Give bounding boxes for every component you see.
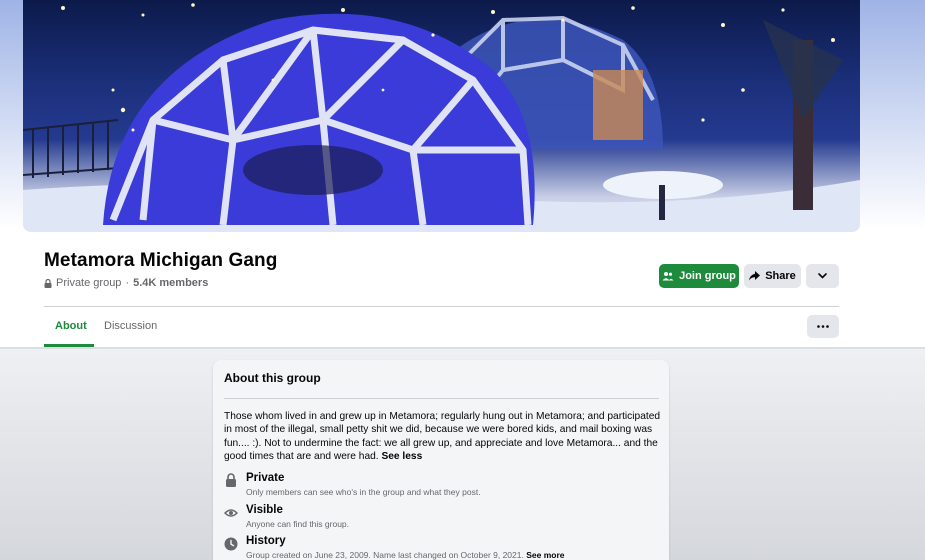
info-private-subtitle: Only members can see who's in the group …: [246, 487, 481, 497]
chevron-down-icon: [818, 273, 827, 279]
cover-photo[interactable]: [23, 0, 860, 232]
info-visible-title: Visible: [246, 504, 283, 516]
about-divider: [224, 398, 659, 399]
info-visible-subtitle: Anyone can find this group.: [246, 519, 350, 529]
share-label: Share: [765, 270, 796, 282]
history-text: Group created on June 23, 2009. Name las…: [246, 550, 524, 560]
header-divider: [44, 306, 839, 307]
description-text: Those whom lived in and grew up in Metam…: [224, 411, 661, 463]
join-group-button[interactable]: Join group: [659, 264, 739, 288]
members-count[interactable]: 5.4K members: [133, 277, 208, 289]
lock-icon: [226, 473, 236, 487]
info-history-title: History: [246, 535, 286, 547]
info-history-subtitle: Group created on June 23, 2009. Name las…: [246, 550, 565, 560]
more-dots-icon: [817, 325, 829, 328]
info-private-title: Private: [246, 472, 285, 484]
privacy-label[interactable]: Private group: [56, 277, 121, 289]
about-card-title: About this group: [224, 371, 321, 385]
share-button[interactable]: Share: [744, 264, 801, 288]
group-title[interactable]: Metamora Michigan Gang: [44, 250, 277, 272]
see-more-link[interactable]: See more: [526, 550, 564, 560]
more-options-button[interactable]: [806, 264, 839, 288]
tab-discussion[interactable]: Discussion: [104, 320, 157, 332]
clock-icon: [224, 537, 238, 551]
see-less-link[interactable]: See less: [381, 451, 422, 462]
about-description: Those whom lived in and grew up in Metam…: [224, 410, 664, 464]
people-icon: [662, 272, 674, 281]
tab-about[interactable]: About: [55, 320, 87, 332]
meta-separator: ·: [125, 277, 130, 289]
share-icon: [749, 271, 761, 281]
tab-options-button[interactable]: [807, 315, 839, 338]
group-meta: Private group · 5.4K members: [44, 277, 208, 289]
cover-illustration: [23, 3, 860, 232]
join-group-label: Join group: [679, 270, 736, 282]
eye-icon: [224, 509, 238, 517]
lock-icon: [44, 278, 52, 288]
